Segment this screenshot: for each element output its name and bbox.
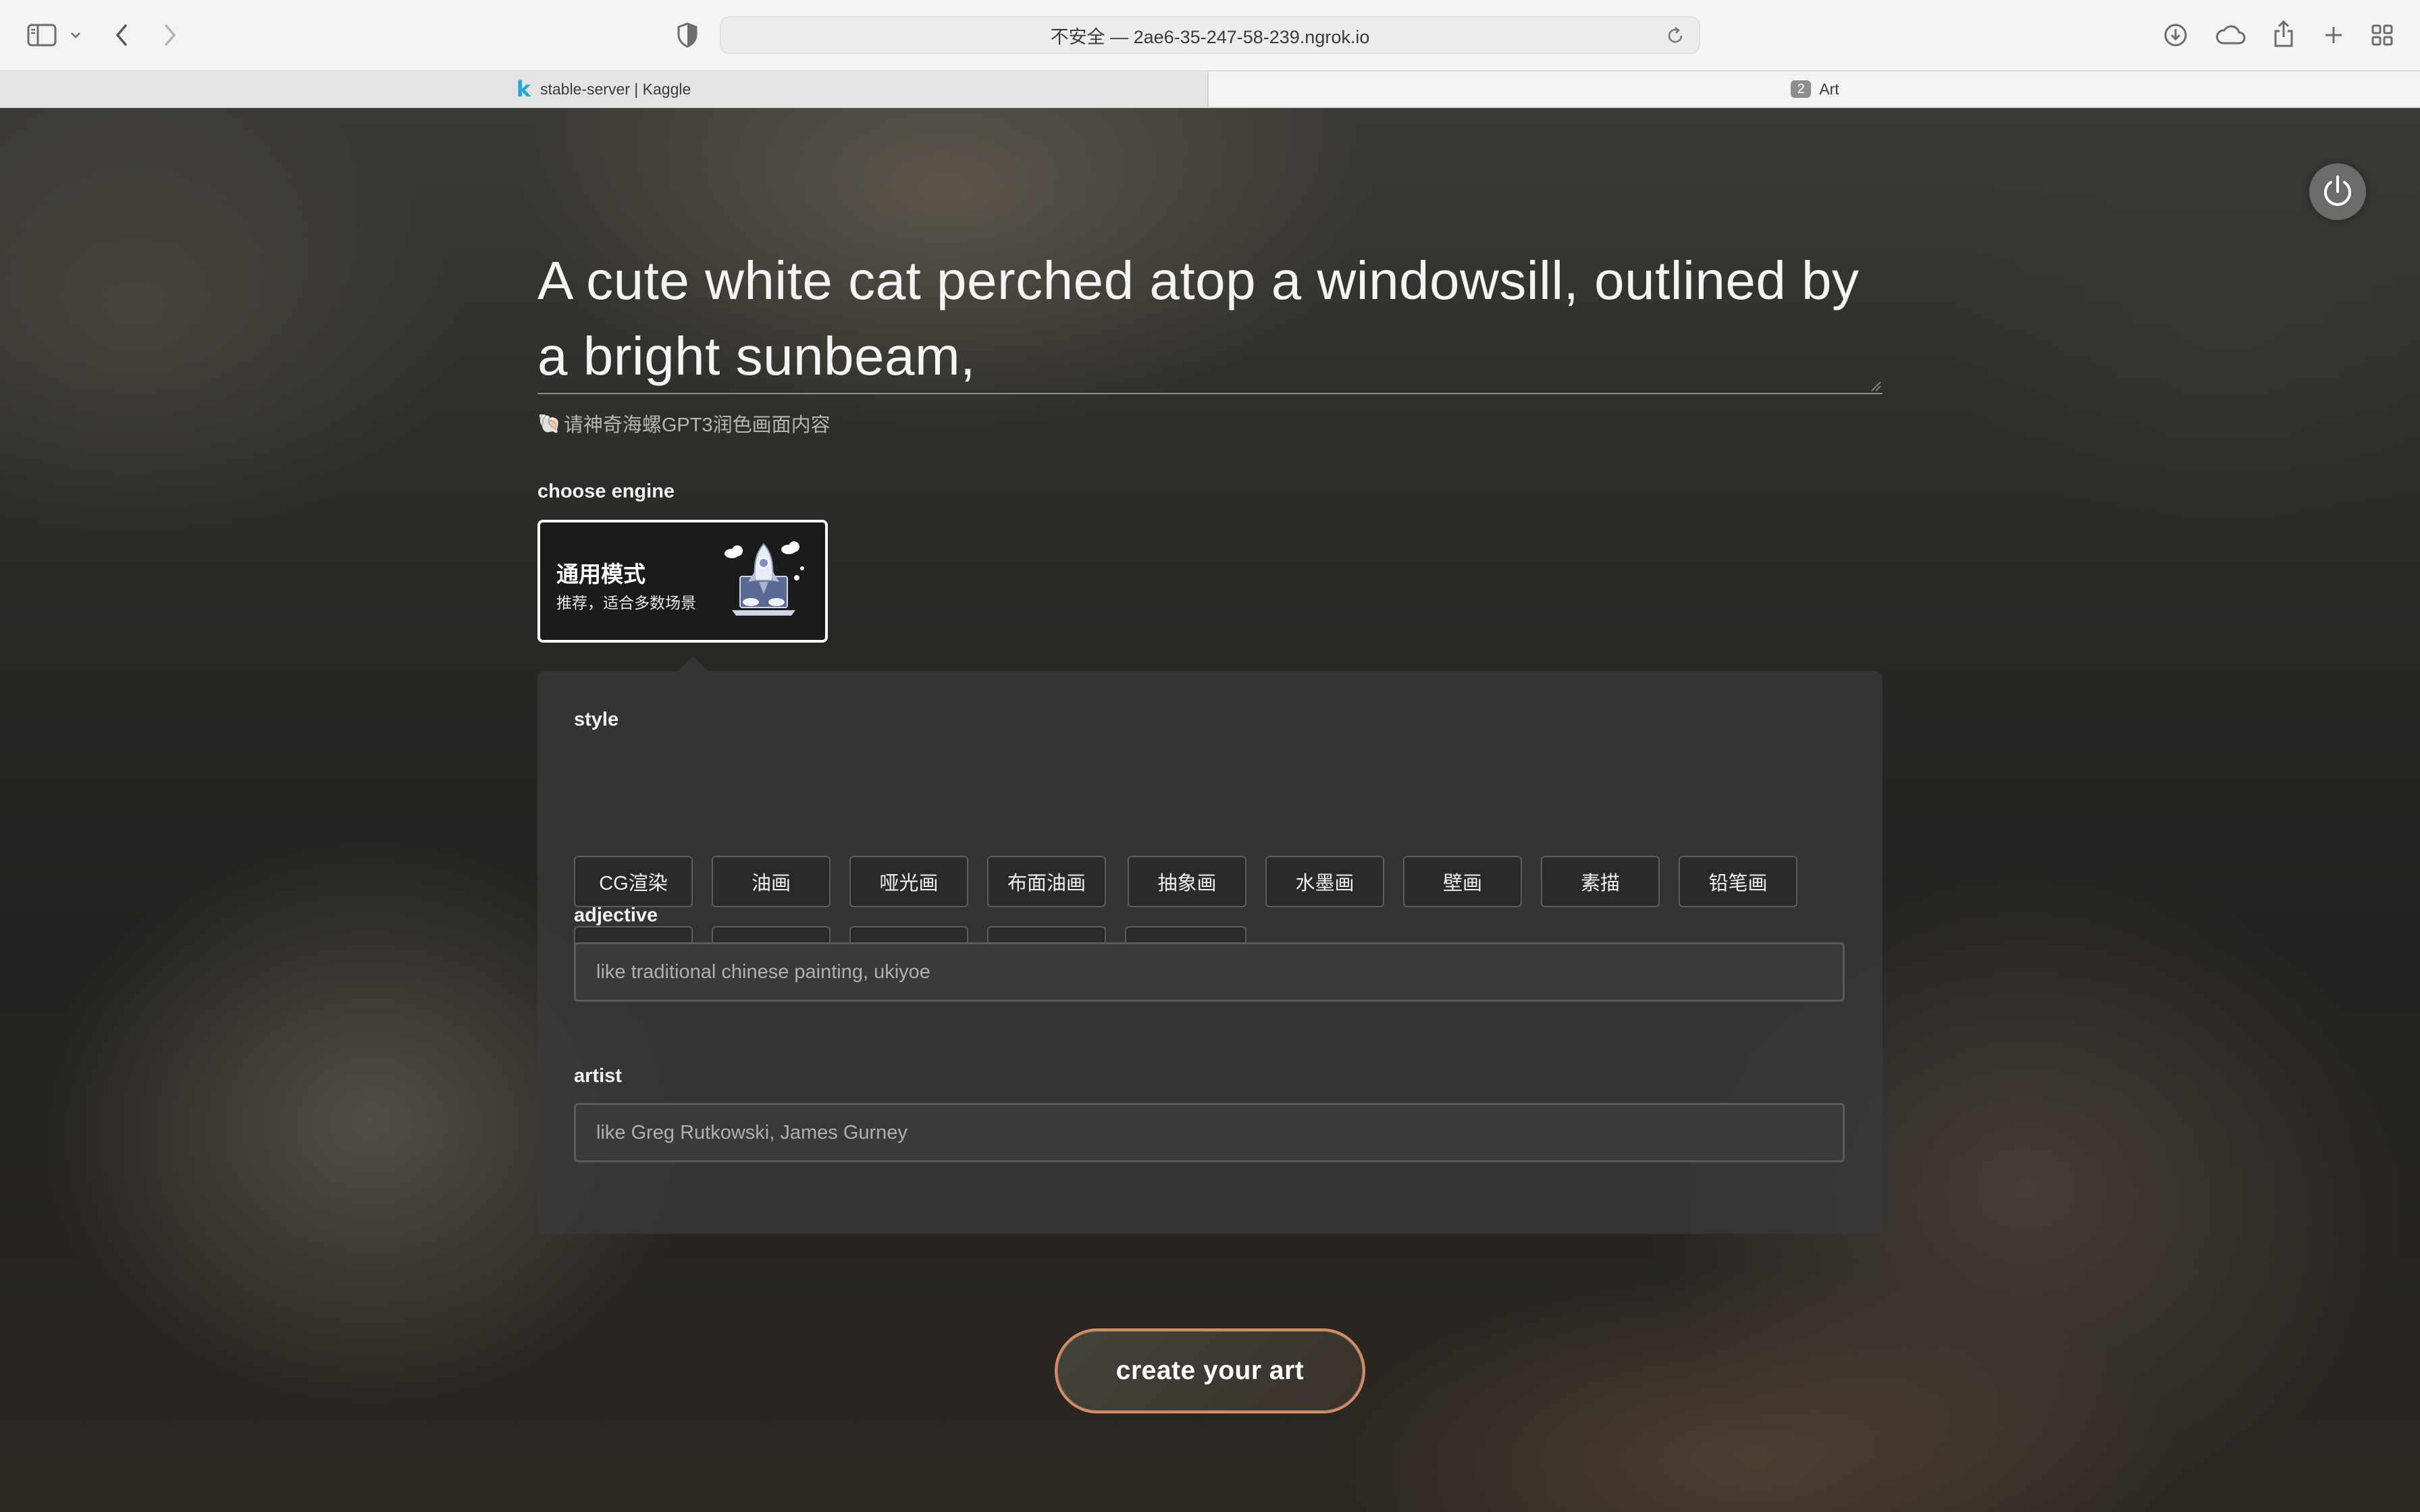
style-label: style — [574, 709, 619, 730]
sidebar-toggle-icon[interactable] — [26, 22, 58, 49]
adjective-label: adjective — [574, 905, 658, 926]
gpt-polish-link[interactable]: 🐚 请神奇海螺GPT3润色画面内容 — [537, 410, 831, 437]
power-icon — [2324, 176, 2351, 206]
power-button[interactable] — [2309, 163, 2366, 220]
shell-icon: 🐚 — [537, 412, 561, 434]
prompt-text: A cute white cat perched atop a windowsi… — [537, 250, 1860, 386]
rocket-laptop-illustration — [725, 541, 804, 616]
tab-title: Art — [1819, 80, 1839, 98]
reload-icon[interactable] — [1665, 26, 1687, 47]
adjective-input[interactable] — [574, 942, 1845, 1002]
style-button-mural[interactable]: 壁画 — [1403, 856, 1522, 907]
artist-label: artist — [574, 1065, 622, 1087]
art-page: A cute white cat perched atop a windowsi… — [0, 108, 2420, 1512]
browser-toolbar: 不安全 — 2ae6-35-247-58-239.ngrok.io — [0, 0, 2420, 70]
style-button-abstract[interactable]: 抽象画 — [1128, 856, 1246, 907]
style-button-cg[interactable]: CG渲染 — [574, 856, 693, 907]
style-button-matte[interactable]: 哑光画 — [849, 856, 968, 907]
style-button-oil[interactable]: 油画 — [712, 856, 831, 907]
forward-icon[interactable] — [157, 20, 184, 50]
privacy-shield-icon[interactable] — [673, 20, 702, 50]
engine-card-general[interactable]: 通用模式 推荐，适合多数场景 — [537, 520, 828, 643]
downloads-icon[interactable] — [2161, 20, 2190, 50]
style-button-ink[interactable]: 水墨画 — [1265, 856, 1384, 907]
tab-title: stable-server | Kaggle — [540, 80, 691, 98]
tab-art[interactable]: 2 Art — [1210, 72, 2420, 107]
tab-kaggle[interactable]: k stable-server | Kaggle — [0, 72, 1209, 107]
create-art-button[interactable]: create your art — [1055, 1328, 1365, 1413]
url-text: 不安全 — 2ae6-35-247-58-239.ngrok.io — [1050, 26, 1370, 47]
style-button-sketch[interactable]: 素描 — [1541, 856, 1660, 907]
engine-subtitle: 推荐，适合多数场景 — [556, 594, 696, 612]
resize-grip-icon[interactable] — [1869, 379, 1881, 392]
icloud-icon[interactable] — [2213, 22, 2247, 49]
artist-input[interactable] — [574, 1103, 1845, 1162]
back-icon[interactable] — [108, 20, 135, 50]
engine-section-label: choose engine — [537, 481, 675, 502]
engine-title: 通用模式 — [556, 562, 646, 587]
panel-pointer — [678, 656, 708, 671]
new-tab-icon[interactable] — [2320, 22, 2347, 49]
share-icon[interactable] — [2270, 18, 2297, 50]
prompt-textarea[interactable]: A cute white cat perched atop a windowsi… — [537, 243, 1883, 394]
style-button-canvas-oil[interactable]: 布面油画 — [987, 856, 1106, 907]
address-bar[interactable]: 不安全 — 2ae6-35-247-58-239.ngrok.io — [720, 16, 1700, 54]
tab-overview-icon[interactable] — [2369, 22, 2396, 49]
tab-bar: k stable-server | Kaggle 2 Art — [0, 70, 2420, 108]
gpt-polish-label: 请神奇海螺GPT3润色画面内容 — [563, 414, 831, 436]
tab-badge: 2 — [1791, 80, 1812, 98]
style-button-pencil[interactable]: 铅笔画 — [1679, 856, 1797, 907]
kaggle-k-icon: k — [516, 76, 531, 102]
chevron-down-icon[interactable] — [68, 27, 84, 43]
